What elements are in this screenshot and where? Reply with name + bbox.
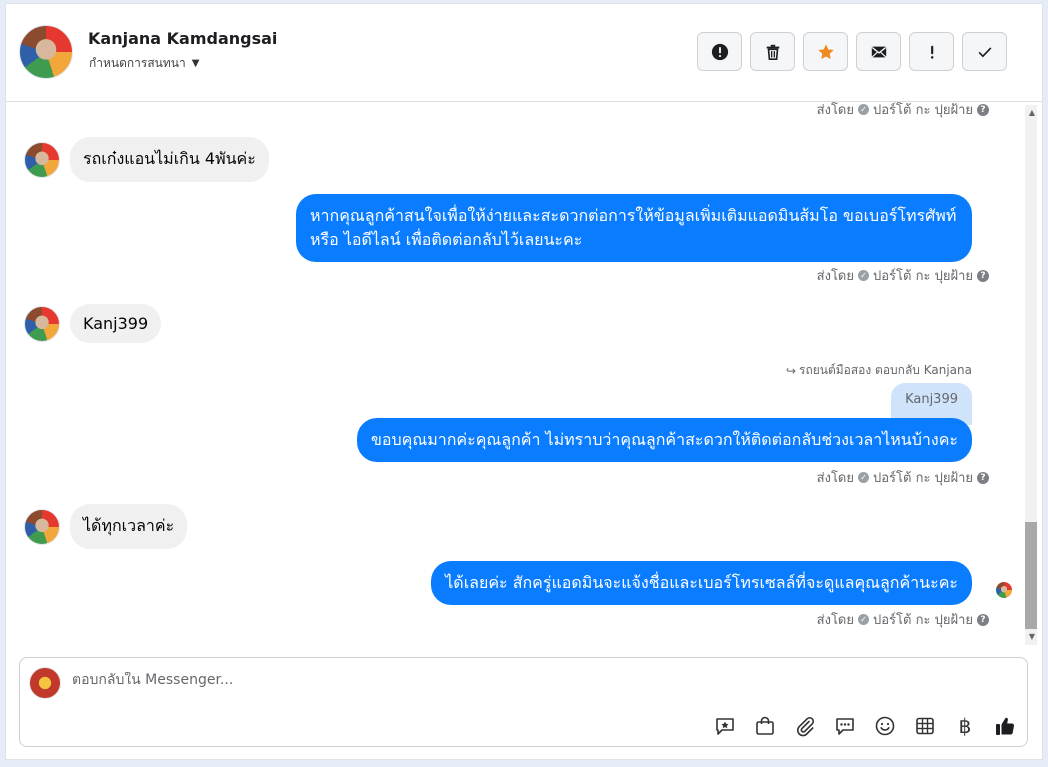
help-icon[interactable]: ? <box>977 471 989 484</box>
contact-name[interactable]: Kanjana Kamdangsai <box>88 29 277 48</box>
star-button[interactable] <box>803 32 848 71</box>
reply-composer: ฿ <box>19 657 1028 747</box>
composer-toolbar: ฿ <box>713 714 1017 738</box>
help-icon[interactable]: ? <box>977 269 989 282</box>
sent-meta: ส่งโดย ✓ ปอร์โต้ กะ ปุยฝ้าย ? <box>817 102 989 120</box>
sent-meta: ส่งโดย ✓ ปอร์โต้ กะ ปุยฝ้าย ? <box>817 609 989 630</box>
mark-done-button[interactable] <box>962 32 1007 71</box>
shopping-bag-icon <box>756 716 774 735</box>
emoji-button[interactable] <box>873 714 897 738</box>
delete-button[interactable] <box>750 32 795 71</box>
message-bubble-outgoing[interactable]: ได้เลยค่ะ สักครู่แอดมินจะแจ้งชื่อและเบอร… <box>431 561 972 605</box>
message-row-incoming: ได้ทุกเวลาค่ะ <box>24 504 188 549</box>
thumbs-up-icon <box>996 717 1015 735</box>
attach-button[interactable] <box>793 714 817 738</box>
check-circle-icon: ✓ <box>858 472 869 483</box>
contact-avatar <box>24 141 60 178</box>
assign-conversation-dropdown[interactable]: กำหนดการสนทนา ▼ <box>89 54 199 73</box>
caret-down-icon: ▼ <box>191 58 200 69</box>
header-actions <box>697 32 1007 71</box>
baht-icon: ฿ <box>958 714 972 738</box>
help-icon[interactable]: ? <box>977 103 989 116</box>
scrollbar-thumb[interactable] <box>1025 522 1037 629</box>
contact-avatar[interactable] <box>19 25 73 79</box>
message-bubble-incoming[interactable]: Kanj399 <box>70 304 162 343</box>
help-icon[interactable]: ? <box>977 613 989 626</box>
table-button[interactable] <box>913 714 937 738</box>
star-icon <box>817 43 834 59</box>
message-row-incoming: รถเก๋งแอนไม่เกิน 4พันค่ะ <box>24 137 269 182</box>
scroll-down-arrow-icon[interactable]: ▼ <box>1029 632 1035 641</box>
message-bubble-outgoing[interactable]: หากคุณลูกค้าสนใจเพื่อให้ง่ายและสะดวกต่อก… <box>296 194 972 262</box>
conversation-panel: Kanjana Kamdangsai กำหนดการสนทนา ▼ ส่งโด… <box>5 3 1043 760</box>
table-icon <box>916 717 934 735</box>
exclamation-icon <box>930 45 933 59</box>
reply-reference: ↪ รถยนต์มือสอง ตอบกลับ Kanjana <box>785 363 972 378</box>
message-bubble-incoming[interactable]: ได้ทุกเวลาค่ะ <box>70 504 188 549</box>
message-list[interactable]: ส่งโดย ✓ ปอร์โต้ กะ ปุยฝ้าย ? รถเก๋งแอนไ… <box>6 102 1024 648</box>
message-bubble-outgoing[interactable]: ขอบคุณมากค่ะคุณลูกค้า ไม่ทราบว่าคุณลูกค้… <box>356 418 972 462</box>
page-avatar <box>29 667 61 699</box>
like-button[interactable] <box>993 714 1017 738</box>
sent-meta: ส่งโดย ✓ ปอร์โต้ กะ ปุยฝ้าย ? <box>817 467 989 488</box>
reply-input[interactable] <box>72 672 672 688</box>
assign-label: กำหนดการสนทนา <box>89 56 186 70</box>
reply-arrow-icon: ↪ <box>785 363 796 378</box>
report-button[interactable] <box>697 32 742 71</box>
mark-unread-button[interactable] <box>856 32 901 71</box>
envelope-icon <box>871 46 886 57</box>
shop-button[interactable] <box>753 714 777 738</box>
sent-meta: ส่งโดย ✓ ปอร์โต้ กะ ปุยฝ้าย ? <box>817 265 989 286</box>
check-circle-icon: ✓ <box>858 270 869 281</box>
trash-icon <box>766 44 779 60</box>
checkmark-icon <box>978 46 991 57</box>
contact-avatar <box>24 305 60 342</box>
conversation-header: Kanjana Kamdangsai กำหนดการสนทนา ▼ <box>6 4 1042 102</box>
scroll-up-arrow-icon[interactable]: ▲ <box>1029 108 1035 117</box>
smiley-icon <box>875 716 895 736</box>
contact-avatar <box>24 508 60 545</box>
paperclip-icon <box>796 716 815 737</box>
message-template-button[interactable] <box>833 714 857 738</box>
alert-circle-icon <box>711 43 728 60</box>
saved-reply-icon <box>716 718 734 735</box>
check-circle-icon: ✓ <box>858 104 869 115</box>
payment-button[interactable]: ฿ <box>953 714 977 738</box>
message-bubble-incoming[interactable]: รถเก๋งแอนไม่เกิน 4พันค่ะ <box>70 137 269 182</box>
saved-reply-button[interactable] <box>713 714 737 738</box>
seen-indicator-avatar <box>996 582 1012 598</box>
chat-bubble-icon <box>836 718 854 735</box>
message-row-incoming: Kanj399 <box>24 304 162 343</box>
check-circle-icon: ✓ <box>858 614 869 625</box>
follow-up-button[interactable] <box>909 32 954 71</box>
